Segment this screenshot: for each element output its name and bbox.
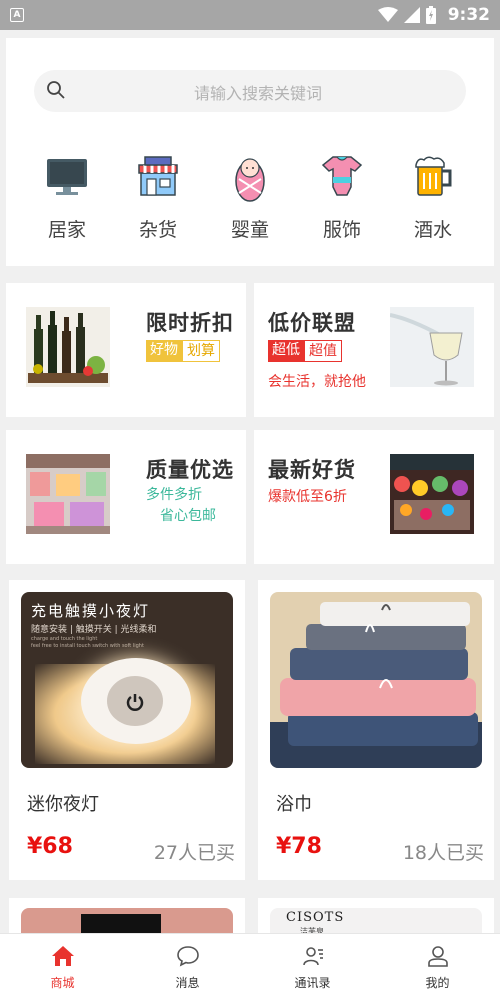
- monitor-icon: [47, 159, 87, 195]
- search-icon: [47, 81, 65, 99]
- category-home[interactable]: 居家: [27, 153, 107, 242]
- category-row: 居家 杂货 婴童 服饰 酒水: [6, 153, 494, 253]
- product-card-partial[interactable]: CISOTS 洁芙泉: [258, 898, 494, 938]
- promo-quality-card[interactable]: 质量优选 多件多折 省心包邮: [6, 430, 246, 564]
- category-baby[interactable]: 婴童: [210, 153, 290, 242]
- product-name: 浴巾: [276, 794, 312, 815]
- promo-subtitle: 爆款低至6折: [268, 489, 347, 505]
- nav-label: 商城: [50, 976, 75, 990]
- user-icon: [427, 946, 448, 967]
- product-image-tiny-2: feel free to install touch switch with s…: [31, 643, 144, 649]
- wifi-icon: [377, 7, 398, 22]
- towel-stack-graphic: [270, 602, 482, 768]
- product-image-tiny-1: charge and touch the light: [31, 636, 98, 642]
- promo-title: 最新好货: [268, 458, 356, 482]
- promo-new-card[interactable]: 最新好货 爆款低至6折: [254, 430, 494, 564]
- promo-tags: 超低 超值: [268, 340, 342, 362]
- tag-value: 划算: [182, 340, 220, 362]
- category-label: 杂货: [138, 219, 177, 241]
- category-label: 居家: [47, 219, 86, 241]
- app-notification-icon: A: [10, 8, 24, 22]
- product-image-title: 充电触摸小夜灯: [31, 602, 151, 620]
- market-image: [390, 454, 474, 534]
- bottom-nav: 商城 消息 通讯录 我的: [0, 933, 500, 1000]
- product-price: ¥78: [276, 834, 322, 859]
- promo-sub1: 多件多折: [146, 487, 202, 503]
- promo-alliance-card[interactable]: 低价联盟 超低 超值 会生活，就抢他: [254, 283, 494, 417]
- onesie-icon: [321, 156, 363, 196]
- store-shelves-image: [26, 454, 110, 534]
- home-icon: [51, 946, 74, 966]
- search-bar[interactable]: 请输入搜索关键词: [34, 70, 466, 112]
- product-sold-count: 27人已买: [153, 842, 235, 864]
- product-card[interactable]: 充电触摸小夜灯 随意安装 | 触摸开关 | 光线柔和 charge and to…: [9, 580, 245, 880]
- promo-sub2: 省心包邮: [160, 508, 216, 524]
- promo-title: 质量优选: [146, 458, 234, 482]
- category-label: 酒水: [413, 219, 452, 241]
- nav-label: 我的: [425, 976, 450, 990]
- promo-title: 低价联盟: [268, 311, 356, 335]
- product-card[interactable]: 浴巾 ¥78 18人已买: [258, 580, 494, 880]
- product-image-night-light: 充电触摸小夜灯 随意安装 | 触摸开关 | 光线柔和 charge and to…: [21, 592, 233, 768]
- promo-subtitle: 会生活，就抢他: [268, 374, 366, 390]
- product-price: ¥68: [27, 834, 73, 859]
- nav-profile[interactable]: 我的: [375, 934, 500, 1000]
- nav-label: 通讯录: [294, 976, 331, 990]
- category-label: 婴童: [230, 219, 269, 241]
- promo-discount-card[interactable]: 限时折扣 好物 划算: [6, 283, 246, 417]
- nav-contacts[interactable]: 通讯录: [250, 934, 375, 1000]
- header-card: 请输入搜索关键词 居家 杂货 婴童 服饰 酒水: [6, 38, 494, 266]
- category-grocery[interactable]: 杂货: [118, 153, 198, 242]
- status-icons: 9:32: [377, 0, 490, 30]
- product-name: 迷你夜灯: [27, 794, 99, 815]
- tag-worth: 超值: [304, 340, 342, 362]
- store-icon: [138, 156, 178, 196]
- brand-logo-text: CISOTS: [286, 910, 345, 925]
- beer-icon: [415, 156, 452, 196]
- tag-low: 超低: [268, 340, 304, 362]
- wine-bottles-image: [26, 307, 110, 387]
- wine-glass-image: [390, 307, 474, 387]
- category-apparel[interactable]: 服饰: [302, 153, 382, 242]
- battery-icon: [425, 6, 436, 24]
- chat-icon: [176, 946, 199, 967]
- product-image-subtitle: 随意安装 | 触摸开关 | 光线柔和: [31, 625, 157, 635]
- baby-icon: [235, 158, 265, 202]
- product-image-towel: [270, 592, 482, 768]
- nav-mall[interactable]: 商城: [0, 934, 125, 1000]
- power-icon: [126, 694, 144, 711]
- category-label: 服饰: [322, 219, 361, 241]
- signal-icon: [403, 7, 420, 23]
- contacts-icon: [302, 947, 323, 966]
- nav-messages[interactable]: 消息: [125, 934, 250, 1000]
- status-bar: A 9:32: [0, 0, 500, 30]
- nav-label: 消息: [175, 976, 200, 990]
- tag-good: 好物: [146, 340, 182, 362]
- search-placeholder: 请输入搜索关键词: [194, 84, 323, 103]
- product-sold-count: 18人已买: [402, 842, 484, 864]
- promo-tags: 好物 划算: [146, 340, 220, 362]
- category-drinks[interactable]: 酒水: [393, 153, 473, 242]
- product-card-partial[interactable]: [9, 898, 245, 938]
- promo-title: 限时折扣: [146, 311, 234, 335]
- status-time: 9:32: [447, 5, 490, 25]
